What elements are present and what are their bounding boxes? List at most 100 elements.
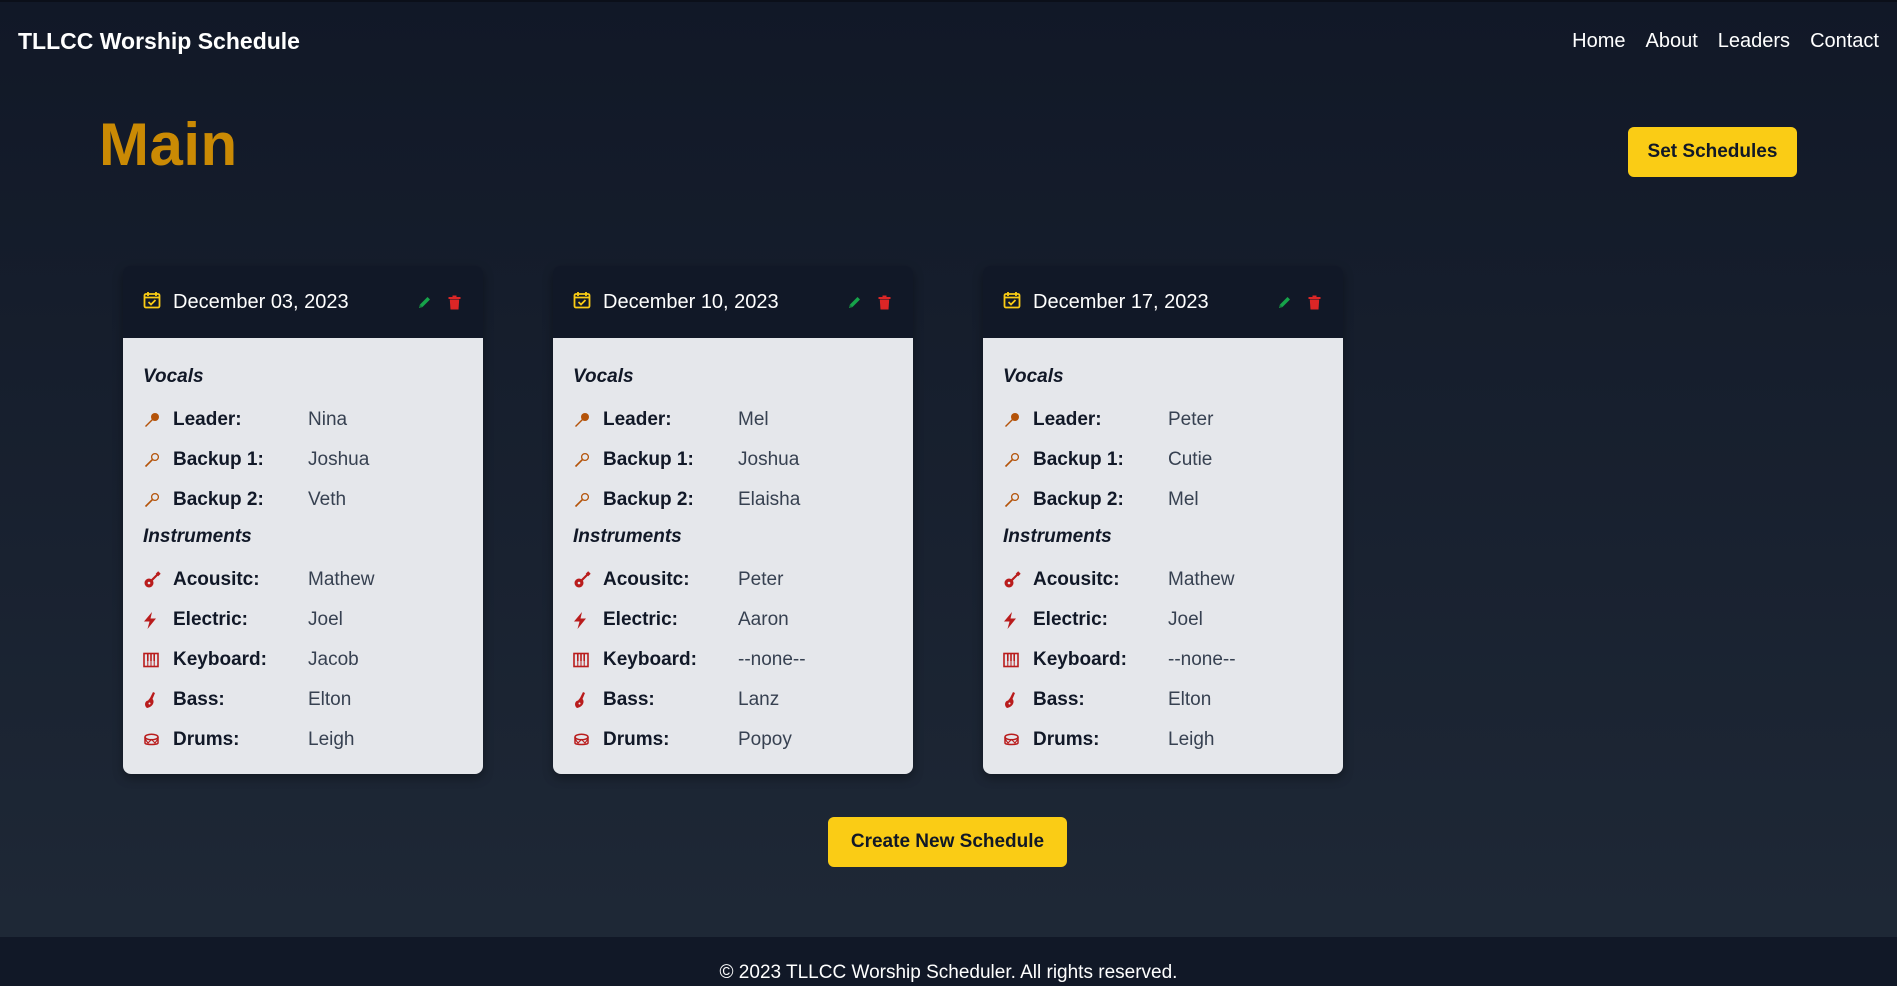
vocals-heading: Vocals: [1003, 366, 1064, 387]
drum-icon: [573, 732, 603, 748]
backup1-row: Backup 1: Cutie: [1003, 440, 1323, 480]
leader-name: Nina: [308, 409, 348, 430]
nav-link-about[interactable]: About: [1646, 30, 1698, 53]
leader-label: Leader:: [173, 409, 242, 430]
schedule-card: December 03, 2023 Vocals Leader: Nina Ba…: [123, 266, 483, 774]
electric-name: Joel: [308, 609, 343, 630]
keyboard-row: Keyboard: --none--: [1003, 640, 1323, 680]
drums-name: Popoy: [738, 729, 792, 750]
nav-link-contact[interactable]: Contact: [1810, 30, 1879, 53]
bass-row: Bass: Lanz: [573, 680, 893, 720]
drums-label: Drums:: [603, 729, 670, 750]
backup2-row: Backup 2: Veth: [143, 480, 463, 520]
piano-icon: [1003, 652, 1033, 668]
electric-label: Electric:: [173, 609, 248, 630]
schedule-card: December 17, 2023 Vocals Leader: Peter B…: [983, 266, 1343, 774]
drum-icon: [1003, 732, 1033, 748]
electric-name: Joel: [1168, 609, 1203, 630]
acoustic-row: Acousitc: Peter: [573, 560, 893, 600]
bolt-icon: [1003, 611, 1033, 629]
leader-row: Leader: Nina: [143, 400, 463, 440]
backup1-label: Backup 1:: [173, 449, 264, 470]
card-header: December 03, 2023: [123, 266, 483, 338]
keyboard-label: Keyboard:: [173, 649, 267, 670]
drums-row: Drums: Popoy: [573, 720, 893, 760]
page-title: Main: [99, 111, 238, 178]
card-date: December 10, 2023: [603, 290, 779, 313]
drums-name: Leigh: [1168, 729, 1215, 750]
delete-trash-icon[interactable]: [878, 295, 891, 310]
backup2-label: Backup 2:: [1033, 489, 1124, 510]
bass-label: Bass:: [173, 689, 225, 710]
delete-trash-icon[interactable]: [448, 295, 461, 310]
leader-row: Leader: Mel: [573, 400, 893, 440]
electric-row: Electric: Joel: [143, 600, 463, 640]
calendar-check-icon: [573, 291, 591, 314]
drums-row: Drums: Leigh: [143, 720, 463, 760]
backup1-name: Joshua: [738, 449, 800, 470]
backup1-row: Backup 1: Joshua: [573, 440, 893, 480]
keyboard-name: --none--: [1168, 649, 1236, 670]
keyboard-row: Keyboard: Jacob: [143, 640, 463, 680]
acoustic-row: Acousitc: Mathew: [143, 560, 463, 600]
electric-label: Electric:: [1033, 609, 1108, 630]
edit-pencil-icon[interactable]: [847, 295, 862, 310]
microphone-outline-icon: [143, 492, 173, 509]
acoustic-name: Mathew: [308, 569, 375, 590]
bass-row: Bass: Elton: [143, 680, 463, 720]
backup1-label: Backup 1:: [1033, 449, 1124, 470]
leader-row: Leader: Peter: [1003, 400, 1323, 440]
bass-row: Bass: Elton: [1003, 680, 1323, 720]
card-body: Vocals Leader: Nina Backup 1: Joshua Bac…: [123, 338, 483, 774]
acoustic-name: Mathew: [1168, 569, 1235, 590]
card-date-wrap: December 10, 2023: [573, 291, 779, 314]
backup1-name: Joshua: [308, 449, 370, 470]
edit-pencil-icon[interactable]: [1277, 295, 1292, 310]
keyboard-row: Keyboard: --none--: [573, 640, 893, 680]
microphone-outline-icon: [573, 492, 603, 509]
bass-name: Elton: [308, 689, 352, 710]
drums-label: Drums:: [1033, 729, 1100, 750]
edit-pencil-icon[interactable]: [417, 295, 432, 310]
bass-guitar-icon: [1003, 691, 1033, 709]
main-header: Main Set Schedules: [99, 110, 1799, 179]
card-body: Vocals Leader: Mel Backup 1: Joshua Back…: [553, 338, 913, 774]
backup2-name: Elaisha: [738, 489, 801, 510]
backup1-row: Backup 1: Joshua: [143, 440, 463, 480]
card-header: December 10, 2023: [553, 266, 913, 338]
microphone-outline-icon: [573, 452, 603, 469]
instruments-heading: Instruments: [143, 526, 252, 547]
bolt-icon: [573, 611, 603, 629]
instruments-heading: Instruments: [1003, 526, 1112, 547]
backup2-row: Backup 2: Elaisha: [573, 480, 893, 520]
guitar-icon: [1003, 571, 1033, 589]
card-date: December 03, 2023: [173, 290, 349, 313]
acoustic-label: Acousitc:: [173, 569, 260, 590]
microphone-icon: [1003, 412, 1033, 429]
set-schedules-button[interactable]: Set Schedules: [1628, 127, 1797, 177]
brand-title[interactable]: TLLCC Worship Schedule: [18, 28, 300, 55]
schedule-cards: December 03, 2023 Vocals Leader: Nina Ba…: [123, 266, 1343, 774]
nav-links: Home About Leaders Contact: [1572, 30, 1879, 53]
backup2-row: Backup 2: Mel: [1003, 480, 1323, 520]
microphone-outline-icon: [143, 452, 173, 469]
delete-trash-icon[interactable]: [1308, 295, 1321, 310]
nav-link-home[interactable]: Home: [1572, 30, 1625, 53]
drums-label: Drums:: [173, 729, 240, 750]
backup2-name: Mel: [1168, 489, 1199, 510]
instruments-heading: Instruments: [573, 526, 682, 547]
card-header: December 17, 2023: [983, 266, 1343, 338]
acoustic-name: Peter: [738, 569, 784, 590]
electric-label: Electric:: [603, 609, 678, 630]
bass-guitar-icon: [573, 691, 603, 709]
leader-label: Leader:: [603, 409, 672, 430]
create-new-schedule-button[interactable]: Create New Schedule: [828, 817, 1067, 867]
schedule-card: December 10, 2023 Vocals Leader: Mel Bac…: [553, 266, 913, 774]
footer: © 2023 TLLCC Worship Scheduler. All righ…: [0, 937, 1897, 986]
backup1-name: Cutie: [1168, 449, 1213, 470]
backup2-label: Backup 2:: [603, 489, 694, 510]
keyboard-name: --none--: [738, 649, 806, 670]
nav-link-leaders[interactable]: Leaders: [1718, 30, 1790, 53]
acoustic-label: Acousitc:: [1033, 569, 1120, 590]
electric-name: Aaron: [738, 609, 789, 630]
